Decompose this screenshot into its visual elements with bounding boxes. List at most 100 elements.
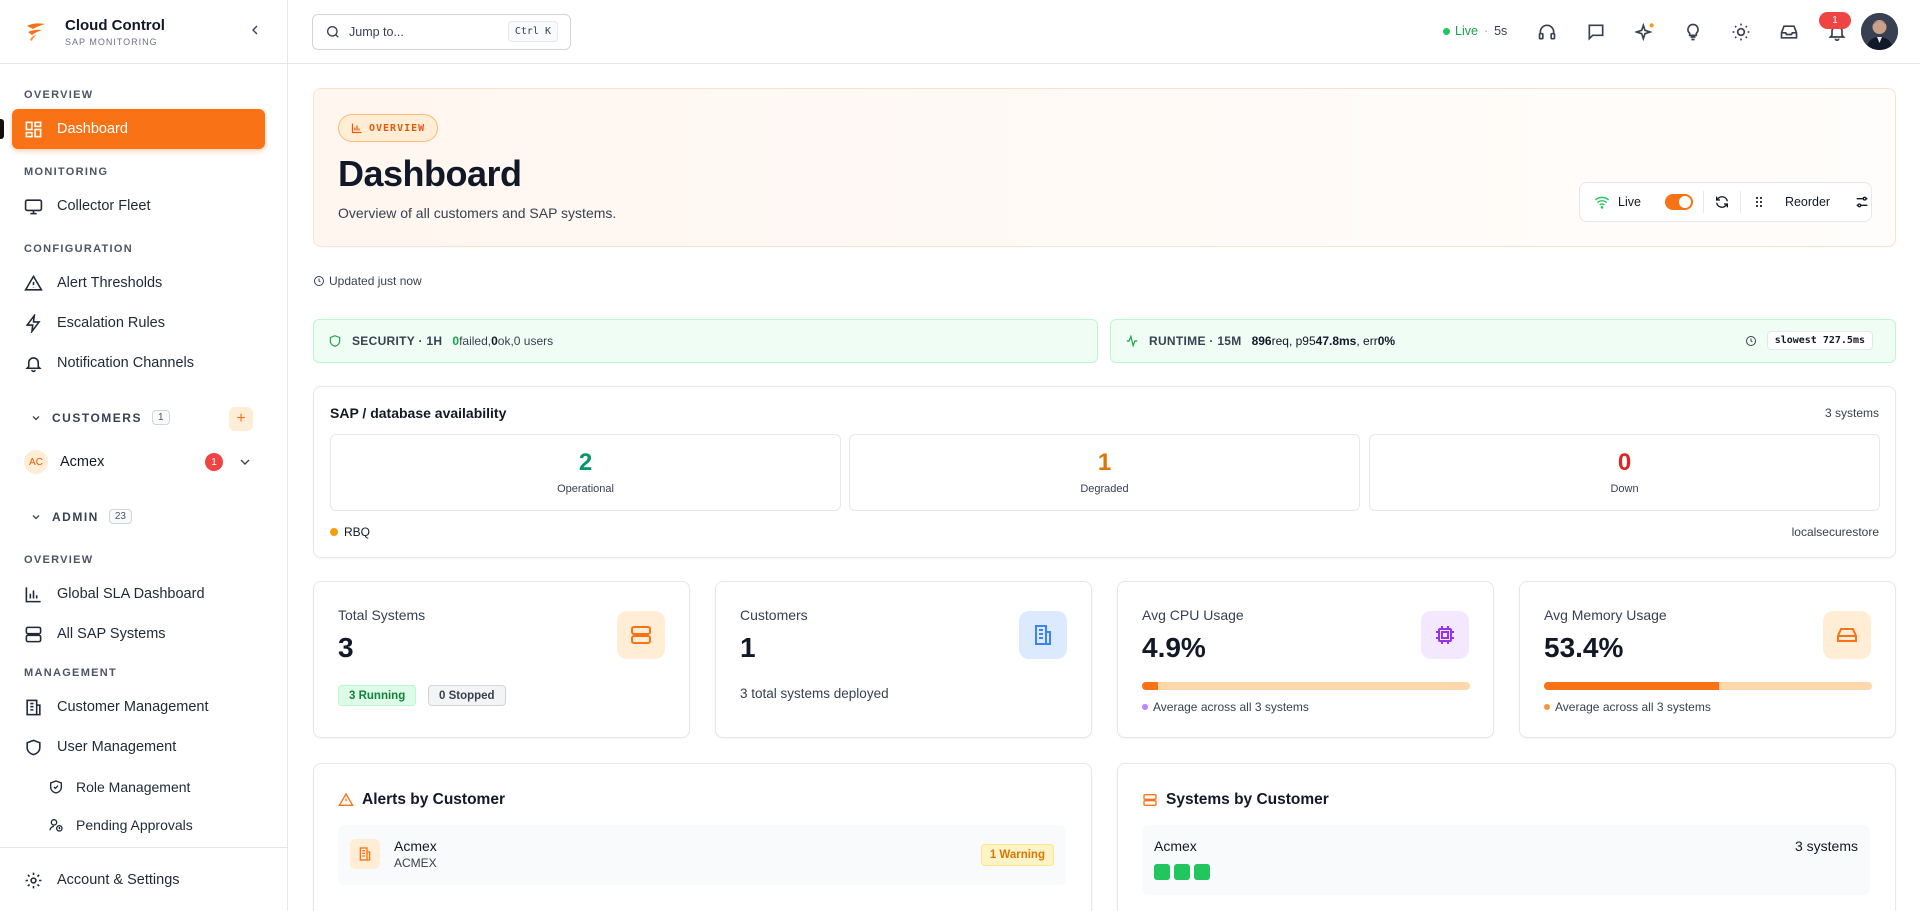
legend-dot [1142, 704, 1148, 710]
security-strip[interactable]: SECURITY · 1H 0 failed, 0 ok, 0 users [313, 319, 1098, 363]
stat-label: Avg CPU Usage [1142, 607, 1244, 623]
last-updated: Updated just now [313, 274, 422, 288]
sidebar-item-all-sap-systems[interactable]: All SAP Systems [12, 614, 265, 654]
system-name: RBQ [344, 525, 371, 539]
sidebar-item-role-management[interactable]: Role Management [36, 767, 265, 807]
sidebar-item-pending-approvals[interactable]: Pending Approvals [36, 805, 265, 845]
live-interval: 5s [1494, 24, 1508, 38]
brand[interactable]: Cloud Control SAP MONITORING [0, 0, 287, 64]
admin-group-toggle[interactable]: ADMIN 23 [30, 509, 132, 524]
operational-tile[interactable]: 2 Operational [330, 434, 841, 511]
stat-value: 3 [338, 632, 354, 663]
security-failed-label: failed, [459, 334, 492, 348]
stat-value: 53.4% [1544, 632, 1624, 663]
dashboard-controls: Live Reorder [1579, 182, 1872, 222]
sidebar-item-alert-thresholds[interactable]: Alert Thresholds [12, 263, 265, 303]
lightbulb-icon[interactable] [1683, 22, 1703, 42]
operational-label: Operational [557, 483, 614, 495]
active-indicator [0, 119, 4, 139]
sparkles-icon[interactable] [1635, 22, 1655, 42]
cpu-note: Average across all 3 systems [1142, 700, 1309, 714]
list-item[interactable]: Acmex 3 systems [1142, 825, 1870, 895]
sun-icon[interactable] [1731, 22, 1751, 42]
sliders-icon[interactable] [1854, 194, 1870, 210]
dashboard-icon [25, 121, 42, 137]
security-users: 0 users [513, 334, 554, 348]
gear-icon [25, 872, 42, 888]
system-rbq[interactable]: RBQ [330, 525, 370, 539]
sidebar-item-label: Role Management [76, 779, 191, 795]
warning-triangle-icon [24, 274, 43, 291]
chevron-down-icon[interactable] [237, 454, 253, 470]
sidebar-item-account-settings[interactable]: Account & Settings [12, 860, 265, 900]
sidebar-item-dashboard[interactable]: Dashboard [12, 109, 265, 149]
search-input[interactable]: Jump to... Ctrl K [312, 14, 571, 50]
runtime-strip[interactable]: RUNTIME · 15M 896 req, p95 47.8ms, err 0… [1110, 319, 1896, 363]
runtime-tag: RUNTIME · 15M [1149, 334, 1242, 348]
sidebar-item-customer-management[interactable]: Customer Management [12, 687, 265, 727]
overview-pill: OVERVIEW [338, 114, 439, 142]
sidebar-item-label: All SAP Systems [57, 626, 166, 642]
chart-icon [351, 123, 362, 134]
building-icon [350, 839, 380, 869]
systems-by-customer-card: Systems by Customer Acmex 3 systems [1117, 763, 1896, 911]
customer-avatar: AC [24, 450, 48, 474]
logo-icon [27, 22, 45, 41]
stat-value: 1 [740, 632, 756, 663]
down-tile[interactable]: 0 Down [1369, 434, 1880, 511]
customers-group-toggle[interactable]: CUSTOMERS 1 [30, 410, 170, 425]
page-header: OVERVIEW Dashboard Overview of all custo… [313, 88, 1896, 247]
security-ok: 0 [491, 334, 498, 348]
refresh-icon[interactable] [1714, 194, 1730, 210]
user-photo [1861, 13, 1898, 50]
chat-icon[interactable] [1586, 22, 1606, 42]
sidebar-item-escalation-rules[interactable]: Escalation Rules [12, 303, 265, 343]
avatar[interactable] [1861, 13, 1898, 50]
sidebar-item-label: Dashboard [57, 121, 128, 137]
page-title: Dashboard [338, 153, 522, 194]
degraded-tile[interactable]: 1 Degraded [849, 434, 1360, 511]
sidebar-item-global-sla[interactable]: Global SLA Dashboard [12, 574, 265, 614]
stat-label: Customers [740, 607, 808, 623]
section-monitoring: MONITORING [24, 166, 109, 178]
sidebar-item-user-management[interactable]: User Management [12, 727, 265, 767]
customer-code: ACMEX [394, 856, 437, 870]
reorder-button[interactable]: Reorder [1751, 194, 1830, 210]
system-status-square[interactable] [1194, 864, 1210, 880]
search-shortcut: Ctrl K [507, 21, 558, 42]
shield-icon [26, 739, 41, 755]
list-item[interactable]: Acmex ACMEX 1 Warning [338, 825, 1066, 885]
sidebar-item-collector-fleet[interactable]: Collector Fleet [12, 186, 265, 226]
sidebar-item-notification-channels[interactable]: Notification Channels [12, 343, 265, 383]
runtime-p95: 47.8ms [1315, 334, 1357, 348]
live-label: Live [1455, 24, 1478, 38]
inbox-icon[interactable] [1779, 22, 1799, 42]
add-customer-button[interactable]: + [229, 407, 253, 431]
sidebar-item-label: Notification Channels [57, 355, 195, 371]
live-dot [1443, 27, 1450, 35]
live-toggle-label: Live [1618, 195, 1641, 209]
sidebar: Cloud Control SAP MONITORING OVERVIEW Da… [0, 0, 288, 911]
sidebar-item-label: Account & Settings [57, 872, 180, 888]
overview-pill-label: OVERVIEW [369, 122, 426, 134]
server-icon [617, 611, 665, 659]
degraded-count: 1 [1097, 449, 1112, 476]
memory-card: Avg Memory Usage 53.4% Average across al… [1519, 581, 1896, 738]
admin-group-label: ADMIN [52, 509, 99, 524]
collapse-sidebar-icon[interactable] [247, 22, 263, 38]
activity-icon [1126, 334, 1138, 348]
live-toggle[interactable] [1664, 194, 1693, 210]
system-status-square[interactable] [1174, 864, 1190, 880]
headset-icon[interactable] [1537, 22, 1557, 42]
monitor-icon [24, 198, 43, 214]
section-admin-overview: OVERVIEW [24, 554, 94, 566]
lightning-icon [25, 313, 41, 333]
building-icon [1019, 611, 1067, 659]
sidebar-customer-acmex[interactable]: AC Acmex 1 [24, 448, 256, 476]
availability-title: SAP / database availability [330, 405, 507, 421]
last-updated-text: Updated just now [329, 274, 422, 288]
system-status-square[interactable] [1154, 864, 1170, 880]
alerts-by-customer-card: Alerts by Customer Acmex ACMEX 1 Warning [313, 763, 1092, 911]
live-separator: · [1483, 24, 1489, 38]
stat-label: Total Systems [338, 607, 426, 623]
